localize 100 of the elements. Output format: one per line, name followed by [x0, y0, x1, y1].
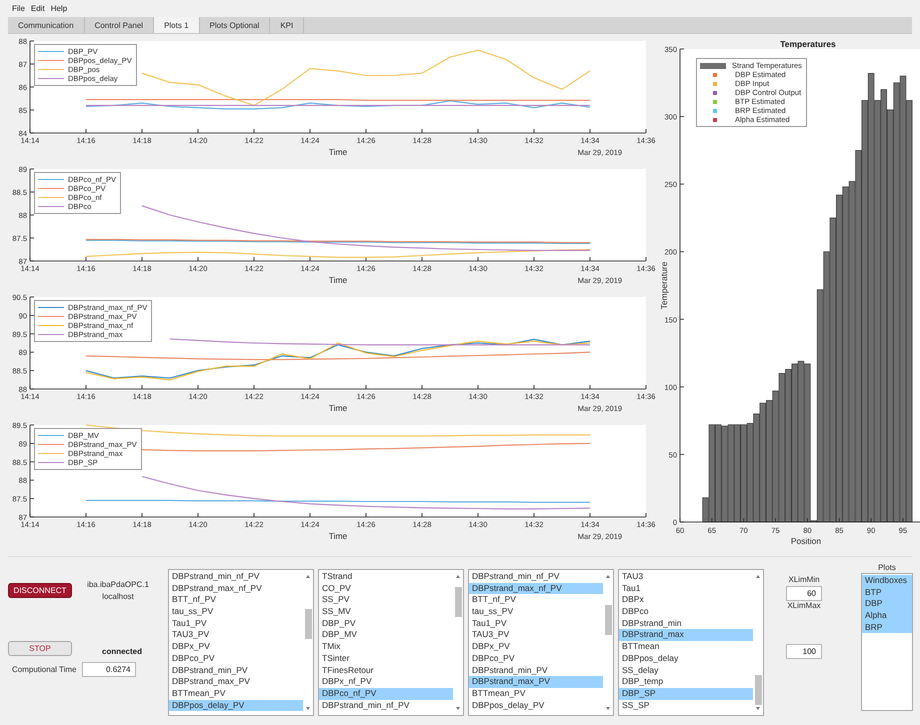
legend-line: [38, 316, 64, 317]
list-item[interactable]: TAU3_PV: [469, 629, 603, 642]
list-item[interactable]: DBPstrand_max_nf_PV: [169, 582, 303, 594]
xlim-max-field[interactable]: 100: [786, 644, 822, 659]
legend-line: [38, 453, 64, 454]
list-item[interactable]: DBPstrand_min_PV: [169, 664, 303, 676]
list-item[interactable]: DBP_MV: [319, 629, 453, 642]
list-item[interactable]: DBPstrand_max_PV: [169, 676, 303, 688]
legend-line: [38, 435, 64, 436]
list-item[interactable]: DBPx: [619, 594, 753, 606]
scroll-thumb[interactable]: [604, 605, 612, 635]
list-item[interactable]: BTT_nf_PV: [169, 594, 303, 606]
legend-line: [38, 334, 64, 335]
list-item[interactable]: DBP_SP: [619, 688, 753, 700]
list-item[interactable]: DBPstrand_max_nf_PV: [469, 582, 603, 594]
server-name: iba.ibaPdaOPC.1: [87, 580, 149, 589]
scroll-up-icon[interactable]: [606, 575, 610, 578]
list-item[interactable]: DBPx_PV: [169, 641, 303, 653]
scroll-down-icon[interactable]: [606, 707, 610, 710]
axis-label: Temperature: [659, 262, 669, 310]
legend-line: [38, 60, 64, 61]
list-box[interactable]: TAU3 Tau1 DBPx DBPco DBPstrand_min DBPstrand_max BTTmean DBPpos_delay SS_delay DBP_temp DBP_SP SS_SP: [618, 569, 764, 716]
list-item[interactable]: DBPx_PV: [469, 641, 603, 653]
disconnect-button[interactable]: DISCONNECT: [8, 583, 72, 598]
list-item[interactable]: TSinter: [319, 652, 453, 664]
list-item[interactable]: DBPpos_delay: [619, 652, 753, 664]
list-item[interactable]: Tau1_PV: [169, 618, 303, 630]
connection-status: connected: [102, 647, 142, 656]
list-box[interactable]: Windboxes BTP DBP Alpha BRP: [861, 573, 913, 711]
tab[interactable]: Plots 1: [154, 17, 200, 33]
list-item[interactable]: DBPstrand_min: [619, 618, 753, 630]
list-item[interactable]: SS_delay: [619, 664, 753, 676]
axis-label: Time: [328, 275, 348, 285]
list-item[interactable]: DBP: [862, 598, 912, 610]
list-item[interactable]: DBPstrand_min_PV: [469, 664, 603, 676]
list-item[interactable]: TFinesRetour: [319, 664, 453, 676]
list-item[interactable]: DBPstrand_max_PV: [469, 676, 603, 688]
axis-label: Time: [328, 531, 348, 541]
scroll-thumb[interactable]: [304, 609, 312, 639]
scroll-up-icon[interactable]: [456, 575, 460, 578]
xlim-min-field[interactable]: 60: [786, 586, 822, 601]
legend-line: [38, 69, 64, 70]
chart-title: Temperatures: [780, 39, 836, 49]
legend-line: [38, 444, 64, 445]
list-item[interactable]: DBPpos_delay_PV: [469, 700, 603, 712]
scroll-up-icon[interactable]: [306, 575, 310, 578]
time-field[interactable]: 0.6274: [82, 662, 136, 677]
list-item[interactable]: BTTmean: [619, 641, 753, 653]
list-box[interactable]: DBPstrand_min_nf_PV DBPstrand_max_nf_PV BTT_nf_PV tau_ss_PV Tau1_PV TAU3_PV DBPx_PV DBPco_PV DBPstrand_min_PV DBPstrand_max_PV BTTmean_PV DBPpos_delay_PV: [468, 569, 614, 716]
list-item[interactable]: DBP_PV: [319, 618, 453, 630]
list-item[interactable]: Windboxes: [862, 575, 912, 587]
axis-label: Position: [790, 536, 822, 546]
list-item[interactable]: tau_ss_PV: [469, 606, 603, 618]
list-item[interactable]: DBP_temp: [619, 676, 753, 688]
axis-label: Time: [328, 403, 348, 413]
list-item[interactable]: TMix: [319, 641, 453, 653]
list-item[interactable]: TStrand: [319, 571, 453, 583]
list-item[interactable]: SS_SP: [619, 700, 753, 712]
list-item[interactable]: TAU3_PV: [169, 629, 303, 642]
list-item[interactable]: BRP: [862, 622, 912, 634]
list-item[interactable]: TAU3: [619, 571, 753, 583]
list-item[interactable]: SS_MV: [319, 606, 453, 618]
list-item[interactable]: BTTmean_PV: [469, 688, 603, 700]
list-item[interactable]: tau_ss_PV: [169, 606, 303, 618]
legend-line: [38, 462, 64, 463]
stop-button[interactable]: STOP: [8, 641, 72, 656]
menu-item[interactable]: Help: [50, 4, 68, 13]
list-item[interactable]: BTTmean_PV: [169, 688, 303, 700]
scroll-down-icon[interactable]: [456, 707, 460, 710]
list-item[interactable]: DBPstrand_min_nf_PV: [319, 700, 453, 712]
legend-swatch: [700, 62, 726, 68]
list-item[interactable]: DBPx_nf_PV: [319, 676, 453, 688]
list-item[interactable]: DBPpos_delay_PV: [169, 700, 303, 712]
list-box[interactable]: DBPstrand_min_nf_PV DBPstrand_max_nf_PV BTT_nf_PV tau_ss_PV Tau1_PV TAU3_PV DBPx_PV DBPco_PV DBPstrand_min_PV DBPstrand_max_PV BTTmean_PV DBPpos_delay_PV: [168, 569, 314, 716]
list-item[interactable]: DBPco: [619, 606, 753, 618]
legend-line: [38, 307, 64, 308]
list-item[interactable]: DBPstrand_max: [619, 629, 753, 642]
list-box[interactable]: TStrand CO_PV SS_PV SS_MV DBP_PV DBP_MV TMix TSinter TFinesRetour DBPx_nf_PV DBPco_nf_PV DBPstrand_min_nf_PV: [318, 569, 464, 716]
list-item[interactable]: SS_PV: [319, 594, 453, 606]
field-label: XLimMax: [787, 601, 821, 610]
scroll-thumb[interactable]: [454, 587, 462, 617]
legend-line: [38, 51, 64, 52]
list-item[interactable]: DBPstrand_min_nf_PV: [469, 571, 603, 583]
menu-item[interactable]: Edit: [30, 4, 45, 13]
scroll-thumb[interactable]: [754, 675, 762, 705]
list-item[interactable]: DBPco_nf_PV: [319, 688, 453, 700]
scroll-down-icon[interactable]: [756, 707, 760, 710]
menu-item[interactable]: File: [12, 4, 25, 13]
list-item[interactable]: BTT_nf_PV: [469, 594, 603, 606]
list-item[interactable]: Tau1: [619, 582, 753, 594]
list-item[interactable]: DBPco_PV: [169, 652, 303, 664]
scroll-down-icon[interactable]: [306, 707, 310, 710]
scroll-up-icon[interactable]: [756, 575, 760, 578]
list-item[interactable]: DBPstrand_min_nf_PV: [169, 571, 303, 583]
list-item[interactable]: CO_PV: [319, 582, 453, 594]
list-item[interactable]: BTP: [862, 586, 912, 598]
list-item[interactable]: Alpha: [862, 610, 912, 622]
list-item[interactable]: Tau1_PV: [469, 618, 603, 630]
legend-line: [38, 188, 64, 189]
list-item[interactable]: DBPco_PV: [469, 652, 603, 664]
